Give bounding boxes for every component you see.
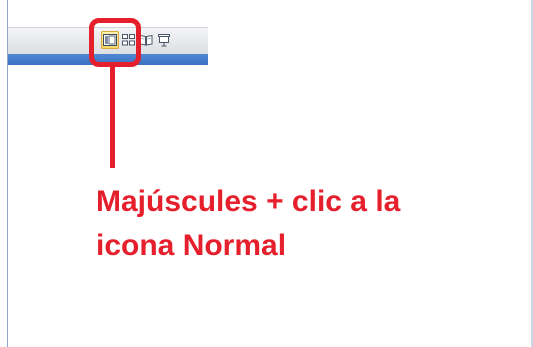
callout-line-2: icona Normal [96,229,287,262]
window-left-edge [0,0,8,347]
reading-view-icon [139,34,153,46]
pointer-line [110,66,115,168]
callout-line-1: Majúscules + clic a la [96,185,401,218]
slide-show-icon [158,33,170,46]
instruction-callout: Majúscules + clic a la icona Normal [96,180,516,268]
highlight-box [89,18,141,67]
slide-show-button[interactable] [155,31,173,49]
